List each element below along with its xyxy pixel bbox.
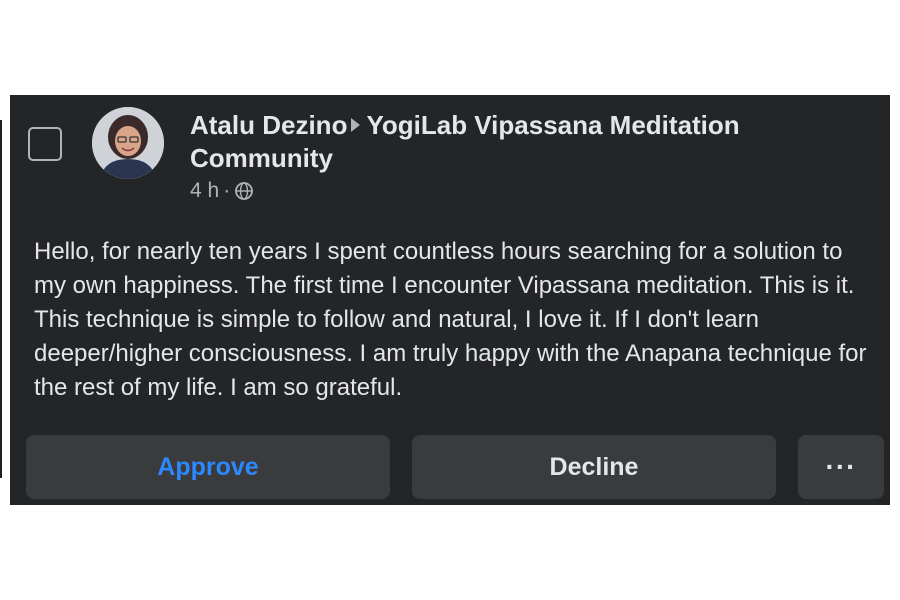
globe-icon [234, 181, 254, 201]
post-meta: 4 h · [190, 179, 830, 203]
shared-to-arrow-icon [351, 118, 361, 132]
page-edge-line [0, 120, 2, 478]
post-body: Hello, for nearly ten years I spent coun… [34, 238, 867, 401]
avatar[interactable] [92, 107, 164, 179]
post-header: Atalu Dezino YogiLab Vipassana Meditation… [190, 109, 830, 203]
meta-separator: · [223, 179, 231, 202]
avatar-image [92, 107, 164, 179]
post-title: Atalu Dezino YogiLab Vipassana Meditation… [190, 109, 830, 175]
decline-button[interactable]: Decline [412, 435, 776, 499]
select-post-checkbox[interactable] [28, 127, 62, 161]
author-name[interactable]: Atalu Dezino [190, 110, 347, 140]
approve-button[interactable]: Approve [26, 435, 390, 499]
pending-post-card: Atalu Dezino YogiLab Vipassana Meditation… [10, 95, 890, 505]
post-timestamp[interactable]: 4 h [190, 179, 219, 203]
more-options-button[interactable]: ··· [798, 435, 884, 499]
